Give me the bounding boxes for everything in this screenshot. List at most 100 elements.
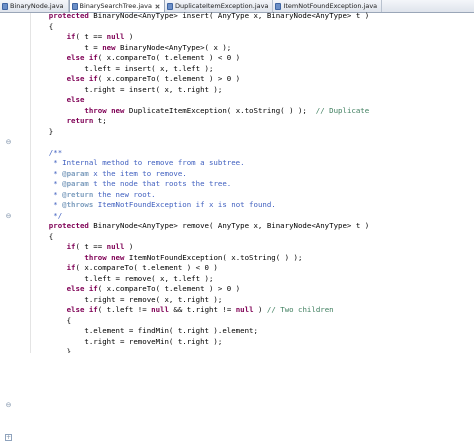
code-token: t.right = removeMin( t.right ); [31, 336, 223, 346]
code-token: if [31, 263, 76, 272]
code-token: */ [31, 210, 63, 220]
code-token: else if [31, 74, 98, 83]
code-line: protected BinaryNode<AnyType> insert( An… [31, 11, 474, 22]
code-token: // Two children [266, 305, 334, 314]
code-line: if( t == null ) [31, 242, 474, 253]
code-line: else if( x.compareTo( t.element ) > 0 ) [31, 284, 474, 295]
code-line: return t; [31, 116, 474, 127]
code-line: * @param x the item to remove. [31, 169, 474, 180]
code-line: if( t == null ) [31, 32, 474, 43]
tab-label: BinarySearchTree.java [79, 2, 152, 10]
code-token: && t.right != [168, 305, 236, 314]
code-token: @return [62, 189, 94, 199]
code-line: t.right = remove( x, t.right ); [31, 295, 474, 306]
code-token: ( t == [75, 242, 107, 251]
code-token: BinaryNode<AnyType> remove( AnyType x, B… [93, 221, 370, 230]
tab-label: DuplicateItemException.java [175, 2, 269, 10]
code-line: t = new BinaryNode<AnyType>( x ); [31, 43, 474, 54]
code-token: ( t.left != [97, 305, 152, 314]
code-line: t.left = remove( x, t.left ); [31, 274, 474, 285]
code-token: DuplicateItemException( x.toString( ) ); [124, 105, 316, 115]
code-token: else if [31, 53, 98, 62]
code-token: return [31, 116, 94, 125]
code-line: /** [31, 148, 474, 159]
tab-label: BinaryNode.java [10, 2, 64, 10]
editor-gutter: ⊖ ⊖ ⊖ + [0, 13, 31, 441]
code-token: // Duplicate [315, 105, 370, 115]
code-line: } [31, 127, 474, 138]
code-token: ) [253, 305, 267, 314]
code-line: else if( x.compareTo( t.element ) > 0 ) [31, 74, 474, 85]
fold-toggle-icon[interactable]: ⊖ [5, 401, 12, 409]
java-file-icon [275, 2, 282, 10]
code-token: ( x.compareTo( t.element ) > 0 ) [97, 74, 241, 83]
code-token: null [106, 242, 125, 251]
code-token: ( x.compareTo( t.element ) > 0 ) [97, 284, 241, 293]
code-token: ) [124, 242, 134, 251]
code-token: ItemNotFoundException if x is not found. [93, 200, 276, 209]
code-token: else if [31, 284, 98, 293]
code-token: throw new [31, 105, 125, 115]
code-token: t; [93, 116, 107, 125]
code-token: null [151, 305, 169, 314]
java-file-icon [167, 2, 173, 10]
code-token: protected [31, 221, 94, 230]
code-token: BinaryNode<AnyType> insert( AnyType x, B… [93, 11, 370, 20]
code-token: new [102, 42, 116, 52]
code-line: t.right = removeMin( t.right ); [31, 337, 474, 348]
code-token: * [31, 200, 63, 209]
tab-label: ItemNotFoundException.java [283, 2, 378, 10]
fold-toggle-icon[interactable]: ⊖ [5, 139, 12, 146]
code-token: null [235, 305, 254, 314]
code-line: * @param t the node that roots the tree. [31, 179, 474, 190]
code-token: x the item to remove. [88, 168, 187, 178]
code-line: t.element = findMin( t.right ).element; [31, 326, 474, 337]
code-token: t the node that roots the tree. [88, 179, 232, 188]
code-token: /** [31, 147, 63, 157]
code-line: * @return the new root. [31, 190, 474, 201]
expand-fold-icon[interactable]: + [5, 434, 12, 441]
code-token: else [31, 95, 85, 104]
close-icon[interactable] [155, 4, 160, 9]
code-line: else [31, 95, 474, 106]
code-token: t.left = remove( x, t.left ); [31, 273, 214, 283]
code-token: throw new [31, 252, 125, 262]
code-token: if [31, 242, 76, 251]
code-token: } [31, 126, 54, 136]
code-line: } [31, 347, 474, 353]
code-line: throw new DuplicateItemException( x.toSt… [31, 106, 474, 117]
code-token: ( x.compareTo( t.element ) < 0 ) [97, 53, 241, 62]
code-token: * [31, 189, 63, 199]
code-token: t = [31, 42, 103, 52]
code-token: { [31, 21, 54, 31]
fold-toggle-icon[interactable]: ⊖ [5, 212, 12, 220]
code-line: { [31, 316, 474, 327]
code-token: t.right = insert( x, t.right ); [31, 84, 223, 94]
code-token: protected [31, 11, 94, 20]
code-token: ) [124, 32, 134, 41]
code-token: ( x.compareTo( t.element ) < 0 ) [75, 263, 218, 272]
code-token: t.left = insert( x, t.left ); [31, 63, 214, 73]
code-token: @throws [62, 200, 94, 209]
code-token: ( t == [75, 32, 107, 41]
code-token: t.right = remove( x, t.right ); [31, 294, 223, 304]
code-token: else if [31, 305, 98, 314]
code-token: { [31, 231, 54, 241]
code-token: } [31, 347, 72, 353]
code-token: * [31, 179, 63, 188]
code-line: protected BinaryNode<AnyType> remove( An… [31, 221, 474, 232]
code-token: ItemNotFoundException( x.toString( ) ); [124, 252, 303, 262]
code-line: t.left = insert( x, t.left ); [31, 64, 474, 75]
code-line: { [31, 232, 474, 243]
code-line: else if( t.left != null && t.right != nu… [31, 305, 474, 316]
code-line: */ [31, 211, 474, 222]
code-line: * @throws ItemNotFoundException if x is … [31, 200, 474, 211]
java-file-icon [71, 2, 78, 10]
code-editor[interactable]: protected BinaryNode<AnyType> insert( An… [31, 11, 474, 353]
code-line: * Internal method to remove from a subtr… [31, 158, 474, 169]
code-line: else if( x.compareTo( t.element ) < 0 ) [31, 53, 474, 64]
code-token: the new root. [93, 189, 156, 199]
code-token: null [106, 32, 125, 41]
code-line: { [31, 22, 474, 33]
